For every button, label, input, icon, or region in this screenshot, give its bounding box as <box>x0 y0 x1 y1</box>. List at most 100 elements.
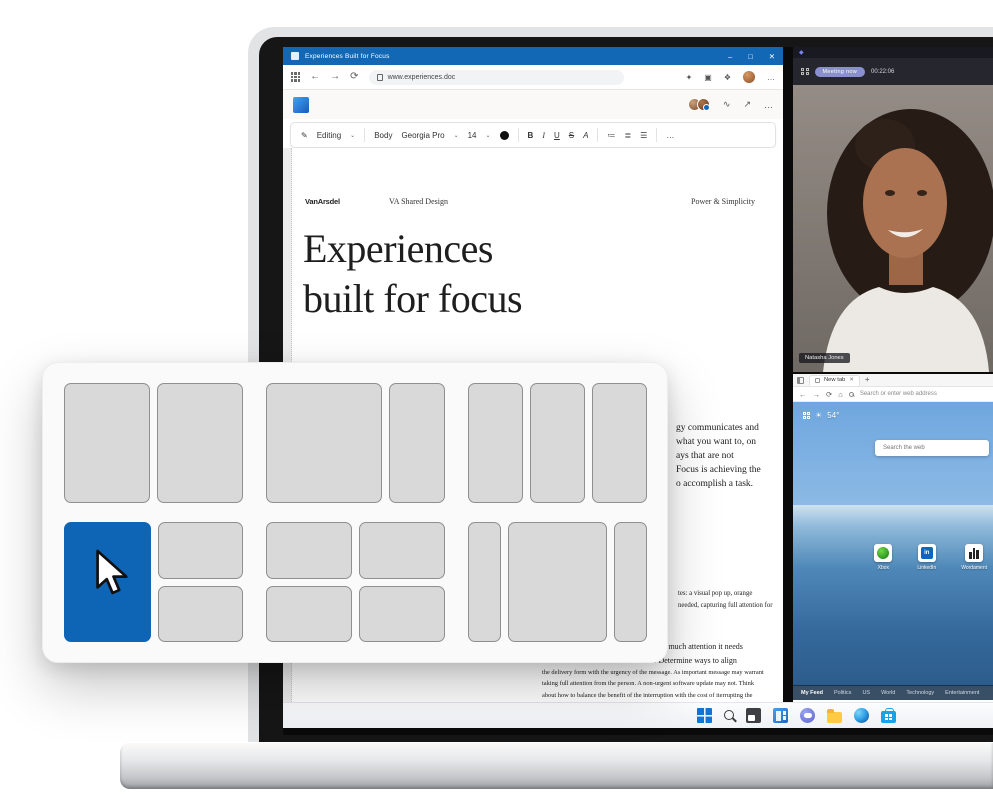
style-select[interactable]: Body <box>374 131 392 140</box>
widgets-icon[interactable] <box>773 708 788 723</box>
snap-zone[interactable] <box>592 383 647 503</box>
weather-widget[interactable]: ☀ 54° <box>803 411 839 420</box>
microsoft-store-icon[interactable] <box>881 711 896 723</box>
chevron-down-icon[interactable]: ⌄ <box>454 132 459 139</box>
task-view-icon[interactable] <box>746 708 761 723</box>
teams-titlebar[interactable]: ◆ <box>793 47 993 58</box>
vertical-tabs-icon[interactable] <box>797 377 804 384</box>
chevron-down-icon[interactable]: ⌄ <box>486 132 491 139</box>
taskbar <box>283 702 993 728</box>
file-explorer-icon[interactable] <box>827 712 842 723</box>
edge-address-field[interactable]: Search or enter web address <box>860 391 937 397</box>
underline-button[interactable]: U <box>554 131 560 140</box>
chevron-down-icon[interactable]: ⌄ <box>350 132 355 139</box>
news-tab-world[interactable]: World <box>881 690 895 696</box>
sun-icon: ☀ <box>815 411 822 420</box>
gallery-view-icon[interactable] <box>801 68 809 76</box>
snap-zone[interactable] <box>266 383 382 503</box>
snap-zone[interactable] <box>266 586 352 643</box>
forward-icon[interactable]: → <box>330 72 340 82</box>
favorites-icon[interactable]: ✦ <box>686 73 693 82</box>
strikethrough-button[interactable]: S <box>569 131 574 140</box>
ribbon-more-icon[interactable]: … <box>666 131 674 140</box>
new-tab-button[interactable]: + <box>865 376 870 384</box>
doc-right-column-text: gy communicates and what you want to, on… <box>676 421 761 491</box>
start-button[interactable] <box>697 708 712 723</box>
apps-grid-icon[interactable] <box>291 72 300 81</box>
shortcut-linkedin[interactable]: in LinkedIn <box>917 544 936 571</box>
bullet-list-icon[interactable]: ≔ <box>607 131 615 140</box>
snap-layouts-panel <box>42 362 668 663</box>
shortcut-wordament[interactable]: Wordament <box>961 544 987 571</box>
align-icon[interactable]: ☰ <box>640 131 647 140</box>
word-app-icon[interactable] <box>293 97 309 113</box>
marketing-screenshot: Experiences Built for Focus – □ ✕ ← → ⟳ … <box>0 0 993 794</box>
snap-layout-three-columns[interactable] <box>468 383 647 503</box>
font-color-icon[interactable] <box>500 131 509 140</box>
snap-zone[interactable] <box>64 383 150 503</box>
activity-icon[interactable]: ∿ <box>723 99 731 110</box>
snap-zone[interactable] <box>359 586 445 643</box>
news-tab-entertainment[interactable]: Entertainment <box>945 690 979 696</box>
word-titlebar[interactable]: Experiences Built for Focus – □ ✕ <box>283 47 783 65</box>
home-icon[interactable]: ⌂ <box>838 390 843 399</box>
bold-button[interactable]: B <box>528 131 534 140</box>
temperature-value: 54° <box>827 411 839 420</box>
back-icon[interactable]: ← <box>310 72 320 82</box>
snap-layout-wide-left[interactable] <box>266 383 445 503</box>
news-tab-technology[interactable]: Technology <box>906 690 934 696</box>
workspace-icon[interactable]: ▣ <box>704 73 712 82</box>
teams-window: ◆ Meeting now 00:22:06 <box>793 47 993 372</box>
snap-layout-center-main[interactable] <box>468 522 647 642</box>
snap-zone[interactable] <box>359 522 445 579</box>
snap-zone[interactable] <box>468 522 501 642</box>
snap-zone[interactable] <box>508 522 607 642</box>
collections-icon[interactable]: ❖ <box>724 73 731 82</box>
web-search-box[interactable]: Search the web <box>875 440 989 456</box>
web-search-placeholder: Search the web <box>883 445 925 451</box>
maximize-button[interactable]: □ <box>748 52 753 61</box>
snap-zone[interactable] <box>468 383 523 503</box>
snap-zone[interactable] <box>266 522 352 579</box>
snap-layout-quad[interactable] <box>266 522 445 642</box>
waffle-icon[interactable] <box>803 412 810 419</box>
font-select[interactable]: Georgia Pro <box>401 131 444 140</box>
edge-browser-icon[interactable] <box>854 708 869 723</box>
snap-layout-two-columns[interactable] <box>64 383 243 503</box>
xbox-icon <box>877 547 889 559</box>
shortcut-xbox[interactable]: Xbox <box>874 544 892 571</box>
minimize-button[interactable]: – <box>728 52 732 61</box>
participant-portrait <box>793 85 993 372</box>
snap-zone[interactable] <box>158 522 243 579</box>
close-button[interactable]: ✕ <box>769 52 775 61</box>
edge-content: ☀ 54° Search the web Xbox in LinkedIn <box>793 402 993 700</box>
numbered-list-icon[interactable]: ≣ <box>624 131 631 140</box>
snap-zone[interactable] <box>389 383 445 503</box>
snap-zone[interactable] <box>614 522 647 642</box>
share-icon[interactable]: ↗ <box>743 99 751 110</box>
taskbar-search-icon[interactable] <box>724 710 734 720</box>
highlight-button[interactable]: A <box>583 131 588 140</box>
editing-mode-button[interactable]: Editing <box>317 131 341 140</box>
collaborator-avatars[interactable] <box>688 98 710 111</box>
chat-icon[interactable] <box>800 708 815 723</box>
browser-profile-avatar[interactable] <box>743 71 755 83</box>
news-tab-my-feed[interactable]: My Feed <box>801 690 823 696</box>
back-icon[interactable]: ← <box>799 390 807 399</box>
snap-zone[interactable] <box>157 383 243 503</box>
forward-icon[interactable]: → <box>813 390 821 399</box>
browser-more-icon[interactable]: … <box>767 73 775 82</box>
tab-new-tab[interactable]: New tab ✕ <box>809 375 860 386</box>
italic-button[interactable]: I <box>542 131 545 140</box>
tab-close-icon[interactable]: ✕ <box>849 377 854 383</box>
news-tab-us[interactable]: US <box>862 690 870 696</box>
refresh-icon[interactable]: ⟳ <box>826 390 832 399</box>
doc-paragraph-text: the delivery form with the urgency of th… <box>542 667 764 701</box>
news-tab-politics[interactable]: Politics <box>834 690 851 696</box>
word-more-icon[interactable]: … <box>764 100 773 110</box>
snap-zone[interactable] <box>530 383 585 503</box>
address-bar[interactable]: www.experiences.doc <box>369 70 624 85</box>
snap-zone[interactable] <box>158 586 243 643</box>
refresh-icon[interactable]: ⟳ <box>350 72 358 82</box>
font-size-select[interactable]: 14 <box>468 131 477 140</box>
